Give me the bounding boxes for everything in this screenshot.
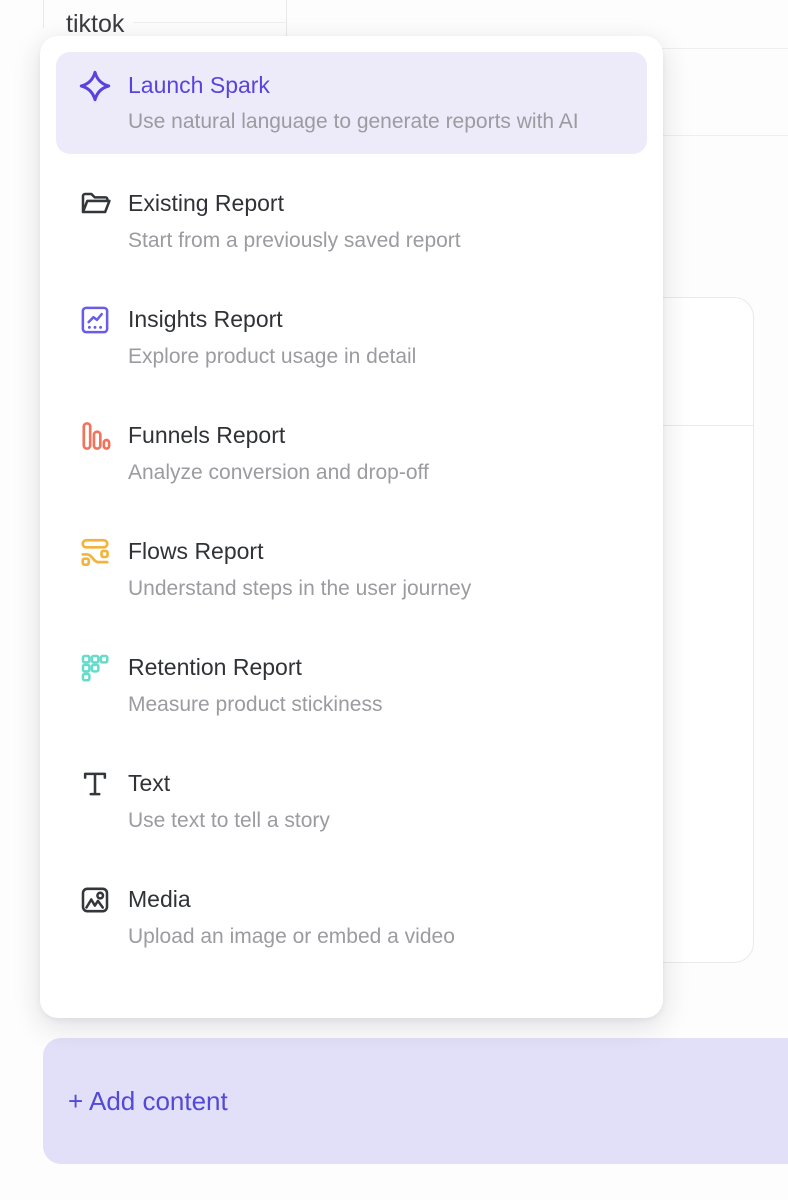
- menu-item-description: Use natural language to generate reports…: [128, 106, 610, 138]
- menu-item-title: Media: [128, 882, 625, 916]
- funnel-bars-icon: [78, 419, 112, 453]
- menu-item-description: Explore product usage in detail: [128, 342, 610, 372]
- spark-icon: [78, 69, 112, 103]
- menu-item-description: Measure product stickiness: [128, 690, 610, 720]
- menu-item-title: Text: [128, 766, 625, 800]
- menu-item-description: Analyze conversion and drop-off: [128, 458, 610, 488]
- menu-item-description: Upload an image or embed a video: [128, 922, 610, 952]
- menu-item-media[interactable]: Media Upload an image or embed a video: [56, 868, 647, 966]
- menu-item-flows-report[interactable]: Flows Report Understand steps in the use…: [56, 520, 647, 618]
- menu-item-description: Start from a previously saved report: [128, 226, 610, 256]
- menu-item-launch-spark[interactable]: Launch Spark Use natural language to gen…: [56, 52, 647, 154]
- menu-item-existing-report[interactable]: Existing Report Start from a previously …: [56, 172, 647, 270]
- menu-item-title: Retention Report: [128, 650, 625, 684]
- flows-icon: [78, 535, 112, 569]
- background-column-line: [43, 0, 44, 28]
- menu-item-title: Insights Report: [128, 302, 625, 336]
- menu-item-retention-report[interactable]: Retention Report Measure product stickin…: [56, 636, 647, 734]
- add-content-menu: Launch Spark Use natural language to gen…: [40, 36, 663, 1018]
- menu-item-text[interactable]: Text Use text to tell a story: [56, 752, 647, 850]
- menu-item-funnels-report[interactable]: Funnels Report Analyze conversion and dr…: [56, 404, 647, 502]
- add-content-label: + Add content: [68, 1086, 228, 1117]
- background-row-line: [133, 22, 286, 23]
- folder-open-icon: [78, 187, 112, 221]
- text-icon: [78, 767, 112, 801]
- background-table-label: tiktok: [66, 10, 124, 39]
- add-content-button[interactable]: + Add content: [43, 1038, 788, 1164]
- menu-item-title: Flows Report: [128, 534, 625, 568]
- insights-chart-icon: [78, 303, 112, 337]
- menu-item-description: Use text to tell a story: [128, 806, 610, 836]
- menu-item-insights-report[interactable]: Insights Report Explore product usage in…: [56, 288, 647, 386]
- menu-item-title: Funnels Report: [128, 418, 625, 452]
- menu-item-description: Understand steps in the user journey: [128, 574, 610, 604]
- retention-grid-icon: [78, 651, 112, 685]
- menu-item-title: Launch Spark: [128, 68, 625, 102]
- media-image-icon: [78, 883, 112, 917]
- menu-item-title: Existing Report: [128, 186, 625, 220]
- background-column-line: [286, 0, 287, 40]
